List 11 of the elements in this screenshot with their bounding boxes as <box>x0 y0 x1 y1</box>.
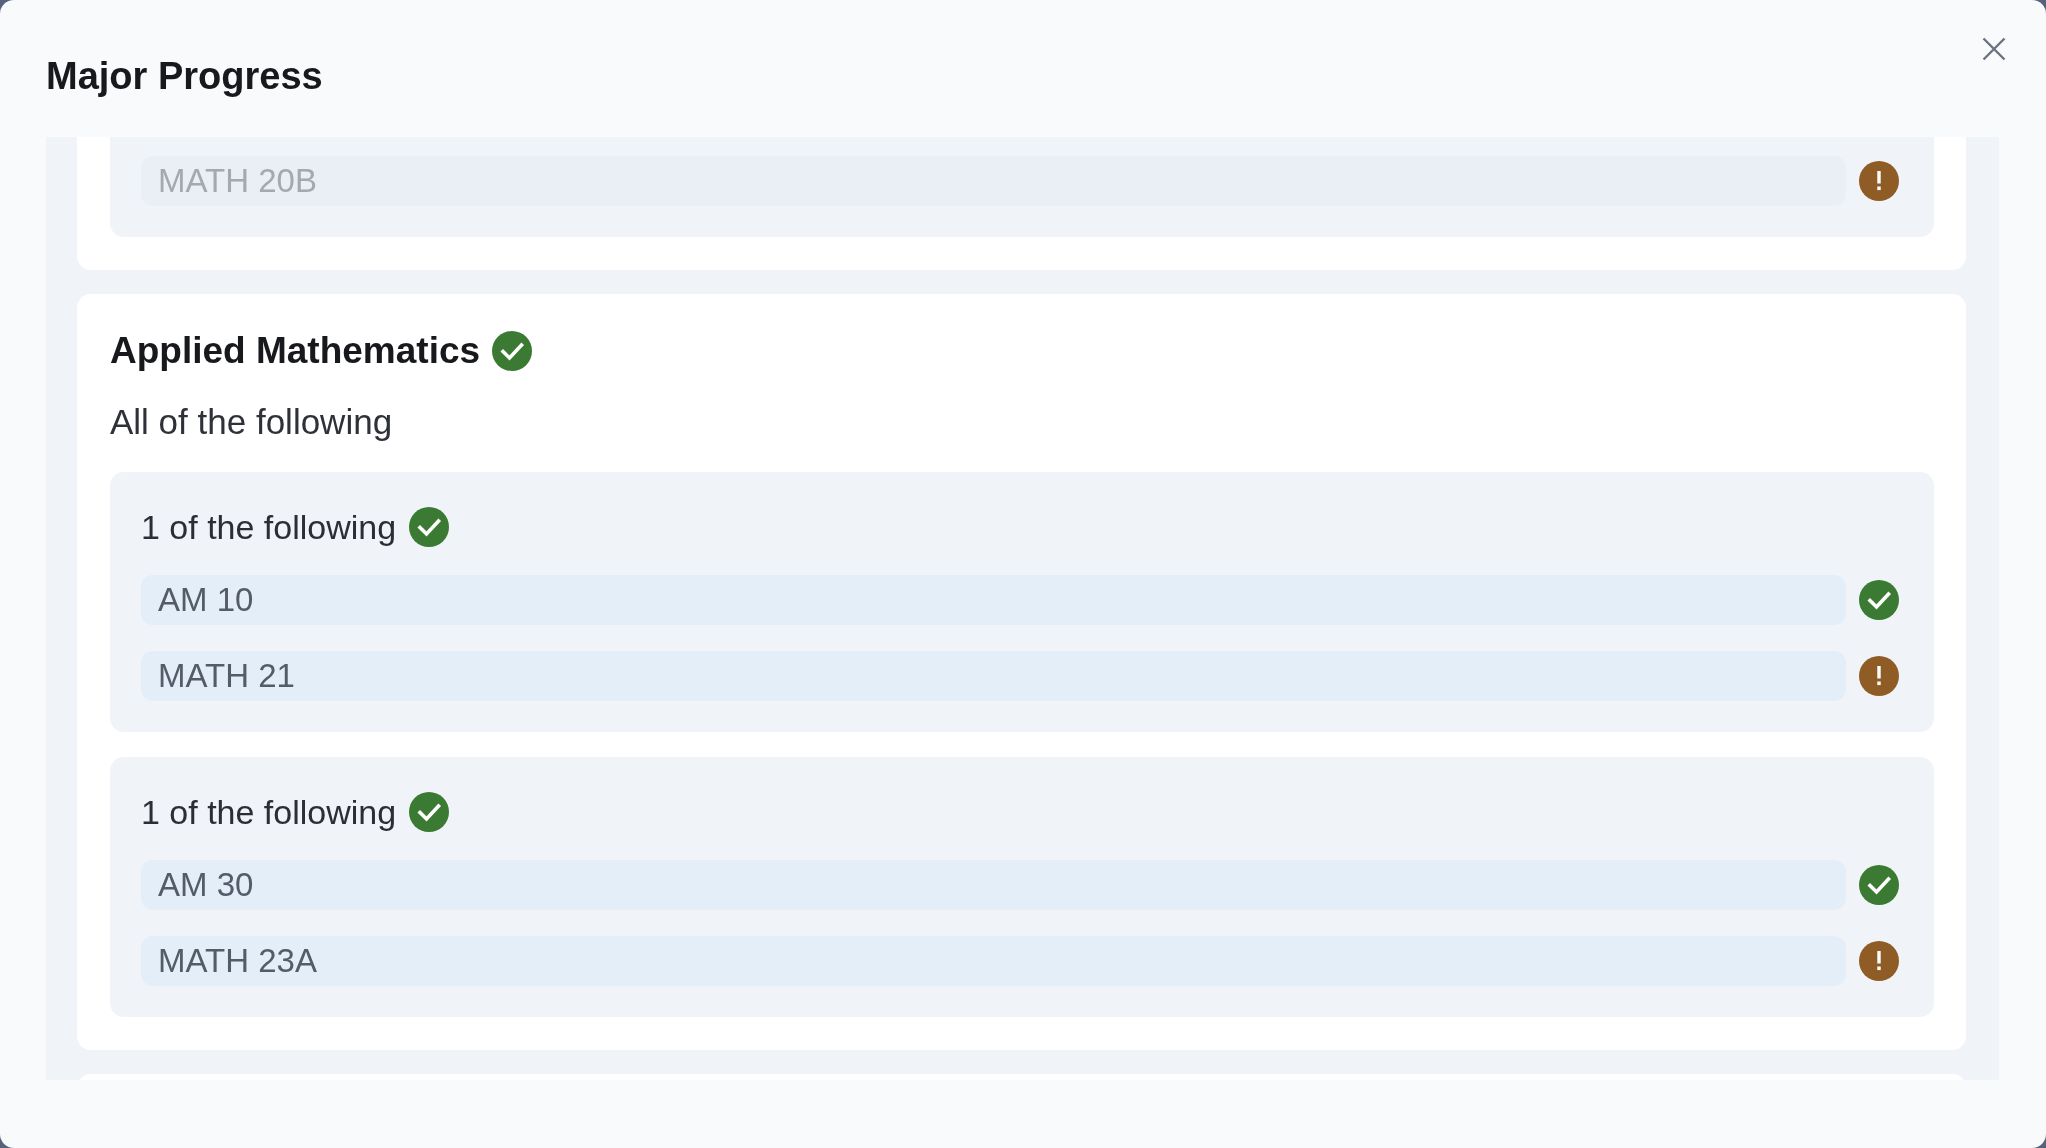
section-rule: All of the following <box>110 401 393 443</box>
group-rule: 1 of the following <box>141 507 397 548</box>
course-row: AM 30 <box>141 860 1846 910</box>
section-title: Applied Mathematics <box>110 329 481 373</box>
course-row: MATH 20B <box>141 156 1846 206</box>
group-rule: 1 of the following <box>141 792 397 833</box>
course-row: MATH 23A <box>141 936 1846 986</box>
close-icon <box>1982 37 2006 61</box>
course-row: AM 10 <box>141 575 1846 625</box>
course-row: MATH 21 <box>141 651 1846 701</box>
dialog-title: Major Progress <box>46 54 323 99</box>
